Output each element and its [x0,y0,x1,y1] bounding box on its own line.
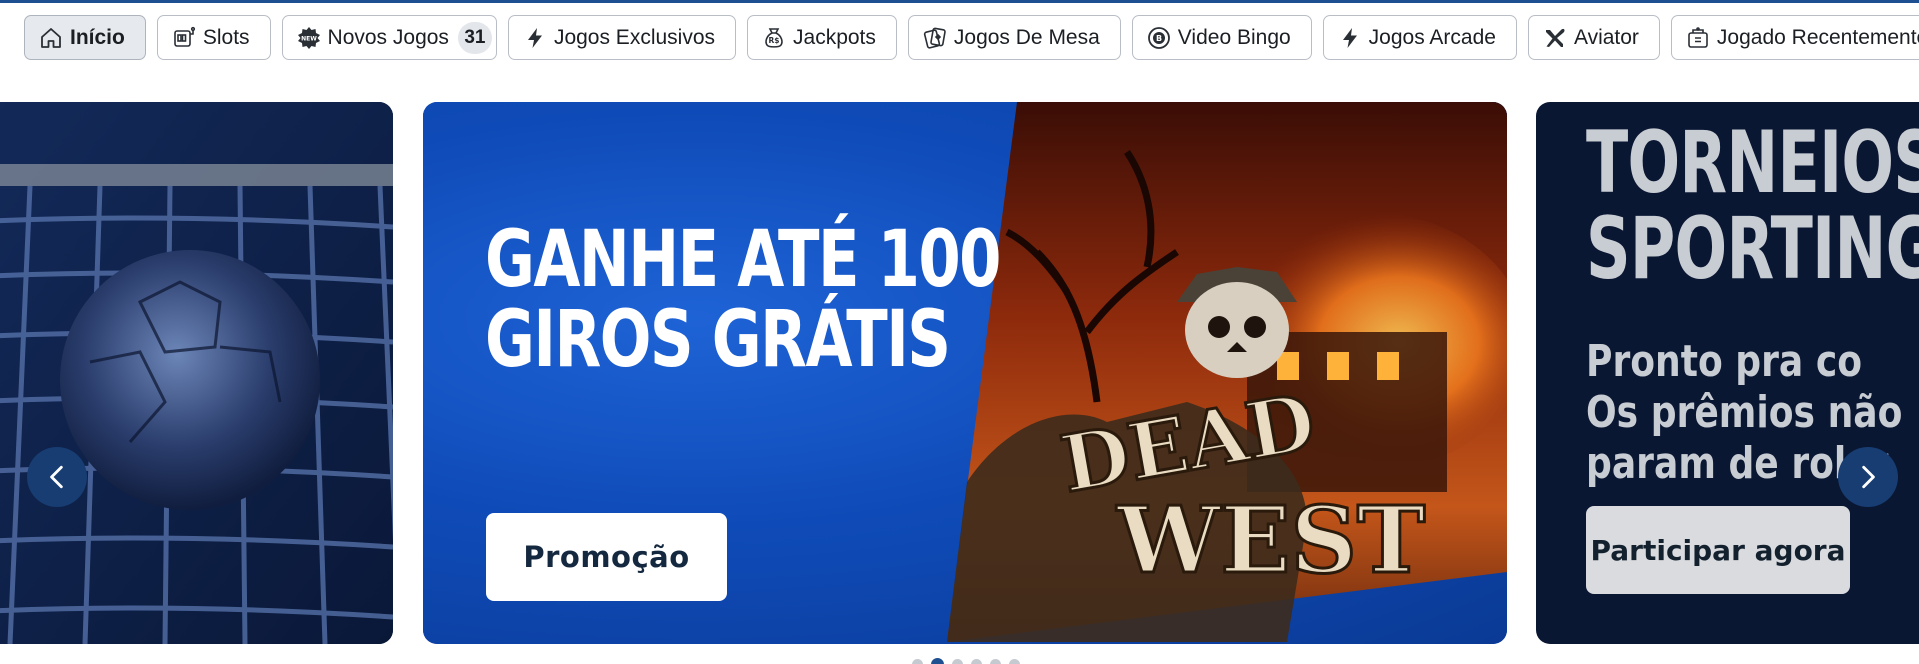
new-badge-icon: NEW [297,26,321,50]
promo-carousel: DEAD WEST GANHE ATÉ 100 GIROS GRÁTIS Pro… [0,102,1919,644]
carousel-slide-next[interactable]: TORNEIOS SPORTINGB Pronto pra co Os prêm… [1536,102,1919,644]
carousel-slide-previous[interactable] [0,102,393,644]
chip-inicio[interactable]: Início [24,15,146,60]
soccer-goal-image [0,102,393,644]
lightning-icon [523,26,547,50]
dead-west-artwork: DEAD WEST [947,102,1507,642]
chip-label: Video Bingo [1177,25,1291,49]
chip-jogado-recentemente[interactable]: Jogado Recentemente [1670,15,1919,60]
chip-label: Jogos De Mesa [953,25,1100,49]
chip-jackpots[interactable]: R$ Jackpots [747,15,897,60]
tournament-title: TORNEIOS SPORTINGB [1586,120,1919,292]
new-games-count-badge: 31 [457,21,492,54]
svg-text:NEW: NEW [301,35,317,42]
carousel-pagination [912,658,1020,664]
tournament-title-line-1: TORNEIOS [1586,113,1919,213]
headline-line-2: GIROS GRÁTIS [485,295,951,385]
carousel-dot[interactable] [1009,659,1020,664]
top-accent-bar [0,0,1919,3]
chip-label: Jogado Recentemente [1716,25,1919,49]
chip-jogos-de-mesa[interactable]: Jogos De Mesa [907,15,1121,60]
chip-label: Jogos Arcade [1368,25,1496,49]
carousel-dot[interactable] [952,659,963,664]
chip-label: Aviator [1573,25,1639,49]
chip-novos-jogos[interactable]: NEW Novos Jogos 31 [281,15,497,60]
history-icon [1686,26,1710,50]
chevron-right-icon [1862,465,1875,489]
chip-label: Jogos Exclusivos [553,25,716,49]
carousel-dot[interactable] [912,659,923,664]
chip-video-bingo[interactable]: B Video Bingo [1131,15,1312,60]
carousel-next-button[interactable] [1838,447,1898,507]
home-icon [39,26,63,50]
category-nav: Início Slots NEW Novos Jogos 31 Jogos Ex… [24,15,1919,60]
chip-label: Início [70,25,125,49]
chip-jogos-exclusivos[interactable]: Jogos Exclusivos [507,15,737,60]
tournament-title-line-2: SPORTINGB [1586,199,1919,299]
bingo-ball-icon: B [1147,26,1171,50]
chip-label: Slots [202,25,250,49]
chip-jogos-arcade[interactable]: Jogos Arcade [1322,15,1517,60]
carousel-dot[interactable] [990,659,1001,664]
promo-headline: GANHE ATÉ 100 GIROS GRÁTIS [485,215,1001,385]
lightning-icon [1338,26,1362,50]
svg-text:R$: R$ [769,36,780,45]
svg-text:WEST: WEST [1116,486,1425,594]
chip-label: Novos Jogos [327,25,449,49]
cards-icon [923,26,947,50]
carousel-prev-button[interactable] [27,447,87,507]
participar-agora-button[interactable]: Participar agora [1586,506,1850,594]
chip-slots[interactable]: Slots [156,15,271,60]
tournament-sub-line-2: Os prêmios não [1586,387,1903,438]
slot-machine-icon [172,26,196,50]
svg-text:B: B [1156,34,1162,43]
promocao-button[interactable]: Promoção [486,513,727,601]
chip-aviator[interactable]: Aviator [1527,15,1660,60]
chip-label: Jackpots [793,25,876,49]
carousel-slide-current[interactable]: DEAD WEST GANHE ATÉ 100 GIROS GRÁTIS Pro… [423,102,1507,644]
money-bag-icon: R$ [762,26,786,50]
plane-icon [1543,26,1567,50]
chevron-left-icon [50,465,63,489]
headline-line-1: GANHE ATÉ 100 [485,215,1001,305]
tournament-sub-line-1: Pronto pra co [1586,336,1863,387]
carousel-dot[interactable] [971,659,982,664]
carousel-dot[interactable] [931,658,944,664]
